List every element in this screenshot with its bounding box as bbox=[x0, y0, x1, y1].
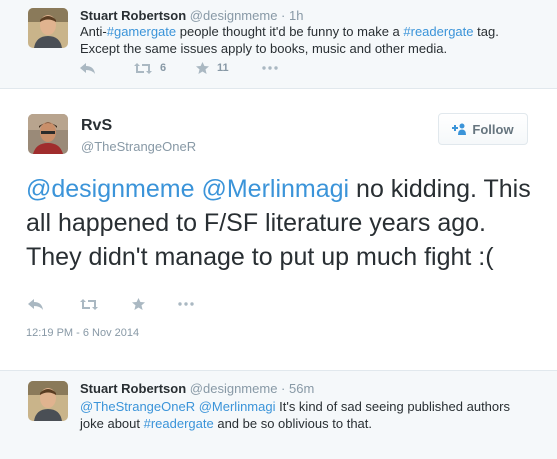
hashtag-link[interactable]: #readergate bbox=[403, 24, 473, 39]
reply-icon bbox=[28, 298, 43, 310]
reply-tweet-bottom[interactable]: Stuart Robertson @designmeme · 56m @TheS… bbox=[0, 370, 557, 459]
retweet-button[interactable]: 6 bbox=[134, 62, 196, 74]
more-icon bbox=[178, 302, 194, 306]
favorite-button[interactable] bbox=[132, 298, 178, 310]
favorite-button[interactable]: 11 bbox=[196, 62, 262, 74]
follow-label: Follow bbox=[472, 121, 514, 137]
tweet-text: @designmeme @Merlinmagi no kidding. This… bbox=[26, 172, 536, 274]
username[interactable]: @designmeme bbox=[190, 381, 278, 396]
hashtag-link[interactable]: #gamergate bbox=[107, 24, 176, 39]
favorite-icon bbox=[196, 62, 209, 74]
tweet-text-part: Anti- bbox=[80, 24, 107, 39]
separator-dot: · bbox=[281, 381, 286, 396]
tweet-time[interactable]: 56m bbox=[289, 381, 314, 396]
tweet-text-part: It's kind of sad seeing published author… bbox=[275, 399, 510, 414]
tweet-header: Stuart Robertson @designmeme · 56m bbox=[80, 381, 314, 396]
reply-button[interactable] bbox=[80, 62, 134, 74]
tweet-actions: 6 11 bbox=[80, 62, 278, 74]
tweet-text-part: people thought it'd be funny to make a bbox=[176, 24, 404, 39]
hashtag-link[interactable]: #readergate bbox=[144, 416, 214, 431]
favorite-icon bbox=[132, 298, 145, 310]
tweet-header: Stuart Robertson @designmeme · 1h bbox=[80, 8, 303, 23]
follow-button[interactable]: Follow bbox=[438, 113, 528, 145]
reply-button[interactable] bbox=[28, 298, 80, 310]
username[interactable]: @TheStrangeOneR bbox=[81, 139, 196, 154]
retweet-icon bbox=[134, 62, 152, 74]
more-button[interactable] bbox=[262, 66, 278, 70]
tweet-text-part: joke about bbox=[80, 416, 144, 431]
retweet-button[interactable] bbox=[80, 298, 132, 310]
fullname[interactable]: Stuart Robertson bbox=[80, 381, 186, 396]
more-icon bbox=[262, 66, 278, 70]
tweet-text: Anti-#gamergate people thought it'd be f… bbox=[80, 23, 550, 57]
more-button[interactable] bbox=[178, 302, 194, 306]
reply-icon bbox=[80, 62, 95, 74]
username[interactable]: @designmeme bbox=[190, 8, 278, 23]
avatar[interactable] bbox=[28, 8, 68, 48]
tweet-time[interactable]: 1h bbox=[289, 8, 303, 23]
fullname[interactable]: RvS bbox=[81, 117, 112, 135]
follow-person-icon bbox=[452, 123, 467, 135]
mention-link[interactable]: @Merlinmagi bbox=[199, 399, 276, 414]
retweet-count: 6 bbox=[160, 62, 167, 74]
avatar[interactable] bbox=[28, 114, 68, 154]
separator-dot: · bbox=[281, 8, 286, 23]
mention-link[interactable]: @designmeme bbox=[26, 175, 195, 203]
mention-link[interactable]: @TheStrangeOneR bbox=[80, 399, 195, 414]
context-tweet-top[interactable]: Stuart Robertson @designmeme · 1h Anti-#… bbox=[0, 0, 557, 89]
tweet-timestamp[interactable]: 12:19 PM - 6 Nov 2014 bbox=[26, 327, 139, 339]
tweet-text: @TheStrangeOneR @Merlinmagi It's kind of… bbox=[80, 398, 550, 432]
fullname[interactable]: Stuart Robertson bbox=[80, 8, 186, 23]
avatar[interactable] bbox=[28, 381, 68, 421]
retweet-icon bbox=[80, 298, 98, 310]
tweet-actions bbox=[28, 298, 194, 310]
tweet-text-part: tag. bbox=[473, 24, 499, 39]
tweet-text-line: Except the same issues apply to books, m… bbox=[80, 41, 448, 56]
favorite-count: 11 bbox=[217, 62, 229, 74]
mention-link[interactable]: @Merlinmagi bbox=[201, 175, 349, 203]
tweet-text-part: and be so oblivious to that. bbox=[213, 416, 373, 431]
